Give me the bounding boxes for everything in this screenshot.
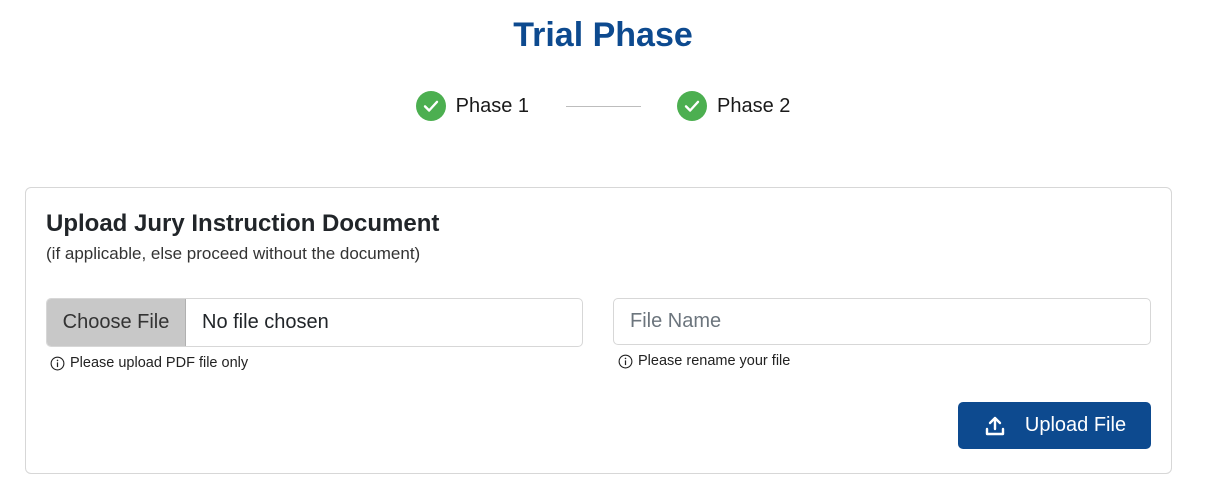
trial-phase-page: Trial Phase Phase 1 Phase 2 Upload Jury … bbox=[0, 0, 1206, 493]
upload-icon bbox=[983, 414, 1007, 438]
info-icon bbox=[50, 356, 65, 371]
info-icon bbox=[618, 354, 633, 369]
check-icon bbox=[415, 91, 446, 121]
step-label: Phase 2 bbox=[717, 95, 791, 117]
phase-stepper: Phase 1 Phase 2 bbox=[0, 90, 1206, 122]
hint-text: Please upload PDF file only bbox=[70, 355, 249, 371]
file-chooser[interactable]: Choose File No file chosen bbox=[46, 298, 583, 347]
upload-document-card: Upload Jury Instruction Document (if app… bbox=[25, 187, 1172, 474]
step-connector bbox=[566, 105, 641, 107]
file-name-input[interactable] bbox=[613, 298, 1151, 345]
choose-file-button[interactable]: Choose File bbox=[47, 299, 186, 346]
file-status-text: No file chosen bbox=[202, 311, 329, 333]
upload-file-button[interactable]: Upload File bbox=[958, 402, 1151, 449]
hint-text: Please rename your file bbox=[638, 353, 791, 369]
step-phase-2: Phase 2 bbox=[677, 91, 790, 121]
step-phase-1: Phase 1 bbox=[415, 91, 529, 121]
card-subtitle: (if applicable, else proceed without the… bbox=[46, 244, 421, 263]
file-type-hint: Please upload PDF file only bbox=[50, 355, 248, 371]
page-title: Trial Phase bbox=[513, 16, 693, 54]
upload-button-label: Upload File bbox=[1024, 414, 1127, 436]
check-icon bbox=[677, 91, 707, 121]
rename-hint: Please rename your file bbox=[618, 353, 790, 369]
step-label: Phase 1 bbox=[455, 95, 529, 117]
card-title: Upload Jury Instruction Document bbox=[46, 210, 440, 237]
